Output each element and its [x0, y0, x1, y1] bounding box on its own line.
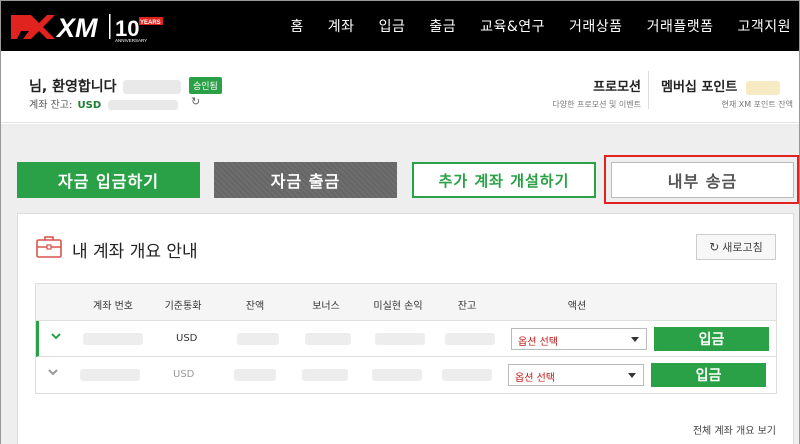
nav-item-withdraw[interactable]: 출금: [429, 16, 456, 36]
chevron-down-icon[interactable]: [48, 367, 58, 377]
nav-item-platforms[interactable]: 거래플랫폼: [647, 16, 714, 36]
masked-value: [305, 333, 351, 345]
status-badge: 승인됨: [189, 77, 222, 94]
action-select[interactable]: 옵션 선택: [511, 328, 647, 350]
membership-subtitle: 현재 XM 포인트 잔액: [721, 100, 793, 109]
view-all-accounts-link[interactable]: 전체 계좌 개요 보기: [693, 422, 776, 437]
refresh-balance-icon[interactable]: ↻: [191, 95, 200, 108]
main-nav: 홈 계좌 입금 출금 교육&연구 거래상품 거래플랫폼 고객지원: [266, 1, 791, 51]
refresh-button[interactable]: ↻ 새로고침: [696, 234, 776, 260]
table-header: 계좌 번호 기준통화 잔액 보너스 미실현 손익 잔고 액션: [36, 284, 776, 321]
promotions-title: 프로모션: [593, 80, 641, 95]
action-select[interactable]: 옵션 선택: [508, 364, 644, 386]
promotions-subtitle: 다양한 프로모션 및 이벤트: [552, 100, 641, 109]
column-header: 잔고: [457, 301, 477, 312]
account-header: 님, 환영합니다 승인됨 계좌 잔고: USD ↻ 프로모션 다양한 프로모션 …: [1, 51, 799, 123]
table-row: USD 옵션 선택 입금: [36, 321, 776, 357]
svg-text:YEARS: YEARS: [140, 20, 161, 26]
nav-item-products[interactable]: 거래상품: [569, 16, 623, 36]
base-currency: USD: [176, 333, 198, 344]
column-header: 미실현 손익: [373, 301, 423, 312]
masked-value: [445, 333, 495, 345]
masked-account-number: [83, 333, 143, 345]
masked-value: [442, 369, 492, 381]
nav-item-accounts[interactable]: 계좌: [328, 16, 355, 36]
svg-text:XM: XM: [55, 13, 98, 43]
row-deposit-button[interactable]: 입금: [654, 327, 769, 351]
masked-value: [375, 333, 425, 345]
internal-transfer-button[interactable]: 내부 송금: [611, 162, 794, 198]
nav-item-education[interactable]: 교육&연구: [480, 16, 545, 36]
chevron-down-icon[interactable]: [51, 331, 61, 341]
overview-title: 내 계좌 개요 안내: [72, 242, 198, 262]
top-navigation-bar: XM 10 YEARS ANNIVERSARY 홈 계좌 입금 출금 교육&연구…: [1, 1, 799, 51]
masked-value: [372, 369, 422, 381]
column-header: 잔액: [245, 301, 265, 312]
deposit-funds-button[interactable]: 자금 입금하기: [17, 162, 200, 198]
briefcase-icon: [36, 236, 62, 258]
masked-username: [123, 80, 182, 94]
chevron-down-icon: [628, 373, 636, 378]
base-currency: USD: [173, 369, 195, 380]
withdraw-funds-button[interactable]: 자금 출금: [214, 162, 397, 198]
row-deposit-button[interactable]: 입금: [651, 363, 766, 387]
svg-text:ANNIVERSARY: ANNIVERSARY: [115, 38, 147, 43]
balance-currency: USD: [77, 100, 102, 111]
column-header: 기준통화: [164, 301, 202, 312]
greeting-text: 님, 환영합니다: [29, 79, 117, 95]
header-divider: [648, 71, 649, 109]
masked-account-number: [80, 369, 140, 381]
nav-item-home[interactable]: 홈: [290, 16, 303, 36]
table-row: USD 옵션 선택 입금: [36, 357, 776, 393]
masked-value: [302, 369, 348, 381]
membership-title: 멤버십 포인트: [661, 80, 738, 95]
column-header: 계좌 번호: [93, 301, 133, 312]
masked-points: [745, 80, 780, 95]
accounts-table: 계좌 번호 기준통화 잔액 보너스 미실현 손익 잔고 액션 USD 옵션 선택…: [35, 283, 777, 394]
promotions-link[interactable]: 프로모션 다양한 프로모션 및 이벤트: [531, 76, 641, 110]
refresh-icon: ↻: [709, 240, 720, 254]
membership-points-link[interactable]: 멤버십 포인트 현재 XM 포인트 잔액: [661, 76, 793, 110]
account-overview-card: 내 계좌 개요 안내 ↻ 새로고침 계좌 번호 기준통화 잔액 보너스 미실현 …: [17, 213, 794, 444]
masked-balance: [108, 100, 179, 110]
xm-logo[interactable]: XM 10 YEARS ANNIVERSARY: [9, 9, 169, 43]
column-header: 보너스: [312, 301, 340, 312]
column-header: 액션: [567, 301, 587, 312]
account-balance: 계좌 잔고: USD: [29, 96, 179, 111]
open-additional-account-button[interactable]: 추가 계좌 개설하기: [412, 162, 596, 198]
chevron-down-icon: [631, 337, 639, 342]
account-selector[interactable]: 님, 환영합니다: [29, 76, 203, 96]
masked-value: [237, 333, 279, 345]
nav-item-support[interactable]: 고객지원: [737, 16, 791, 36]
nav-item-deposit[interactable]: 입금: [379, 16, 406, 36]
masked-value: [234, 369, 276, 381]
